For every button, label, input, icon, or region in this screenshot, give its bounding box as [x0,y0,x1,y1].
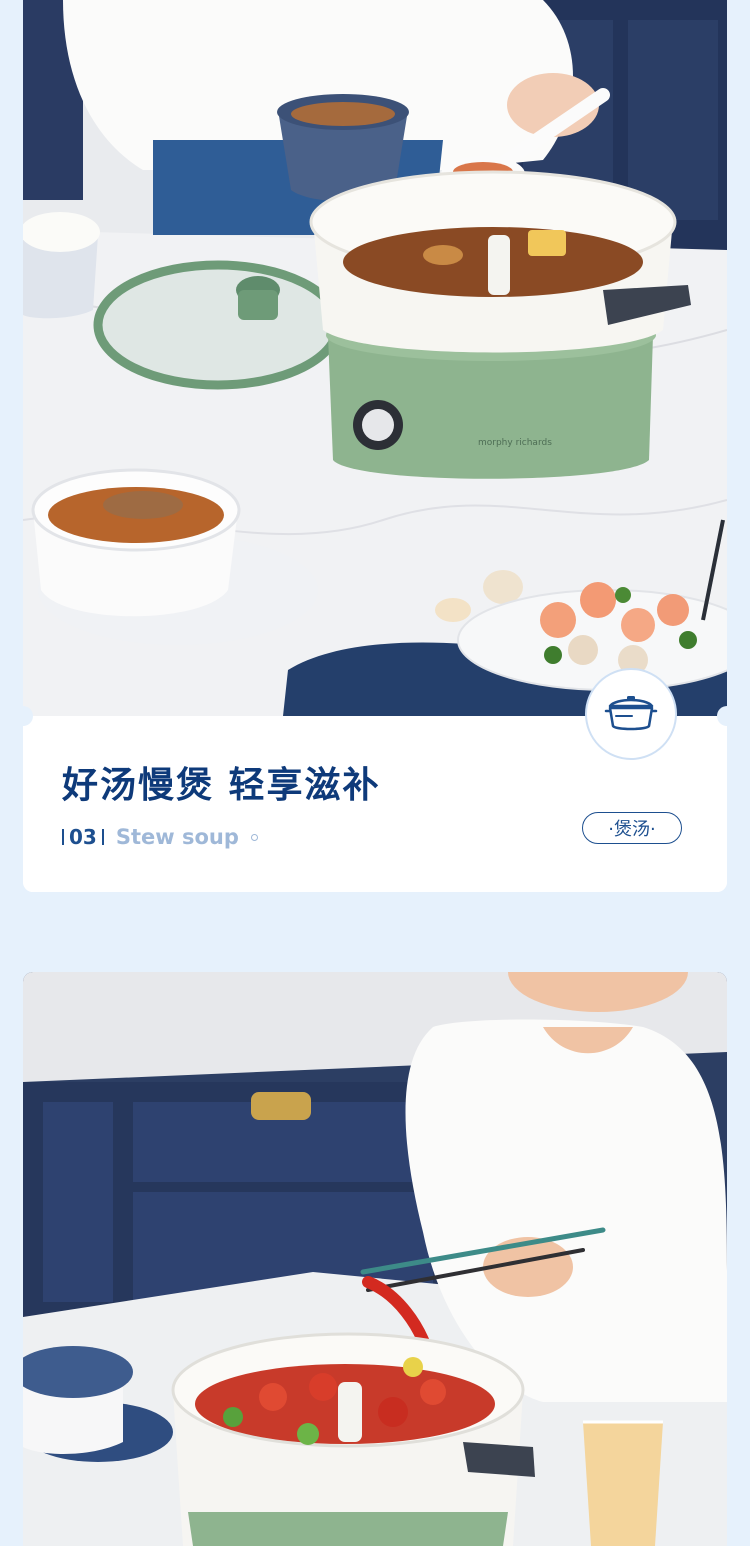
stew-soup-photo: morphy richards [23,0,727,716]
divider [62,829,64,845]
section-subtitle: 03 Stew soup [62,824,258,850]
ring-dot-icon [250,833,258,841]
pot-badge [585,668,677,760]
crayfish-hotpot-photo [23,972,727,1546]
ticket-notch-left [13,706,33,726]
english-title: Stew soup [115,825,239,849]
section-headline: 好汤慢煲 轻享滋补 [62,765,381,806]
divider [101,829,104,845]
pot-icon [604,696,658,731]
section-index: 03 [69,825,97,849]
brand-print: morphy richards [478,438,552,448]
ticket-notch-right [717,706,737,726]
category-tag: ·煲汤· [582,812,682,844]
crayfish-photo-card [23,972,727,1546]
